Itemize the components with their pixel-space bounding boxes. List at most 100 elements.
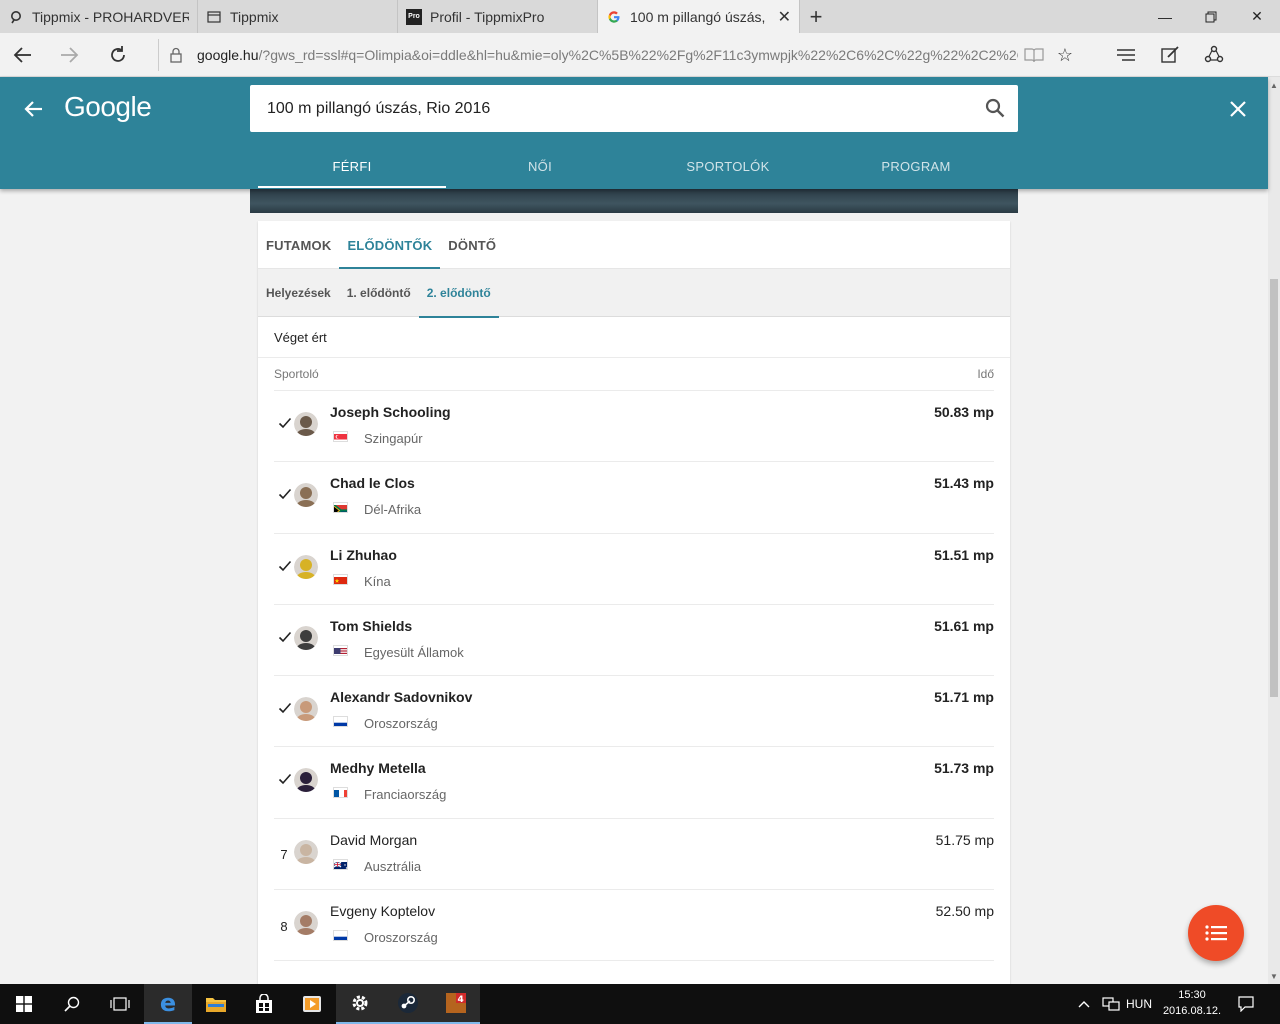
- media-player-icon[interactable]: [288, 984, 336, 1024]
- close-tab-icon[interactable]: ✕: [778, 7, 791, 27]
- category-tabs: FÉRFI NŐI SPORTOLÓK PROGRAM: [258, 143, 1010, 189]
- vertical-scrollbar[interactable]: ▲ ▼: [1268, 77, 1280, 984]
- task-view-icon[interactable]: [96, 984, 144, 1024]
- new-tab-button[interactable]: +: [800, 0, 832, 33]
- minimize-icon[interactable]: —: [1142, 0, 1188, 33]
- back-icon[interactable]: [6, 39, 38, 71]
- tab-title: 100 m pillangó úszás, R: [630, 8, 770, 25]
- network-icon[interactable]: [1102, 984, 1120, 1024]
- hub-icon[interactable]: [1110, 39, 1142, 71]
- search-input[interactable]: [267, 99, 967, 118]
- back-arrow-icon[interactable]: [20, 95, 48, 123]
- forward-icon[interactable]: [54, 39, 86, 71]
- show-hidden-icons-icon[interactable]: [1078, 984, 1094, 1024]
- close-window-icon[interactable]: ✕: [1234, 0, 1280, 33]
- athlete-avatar: [294, 768, 318, 793]
- language-indicator[interactable]: HUN: [1126, 984, 1152, 1024]
- tab-program[interactable]: PROGRAM: [822, 143, 1010, 189]
- athlete-name[interactable]: Li Zhuhao: [330, 547, 397, 563]
- athlete-avatar: [294, 412, 318, 436]
- result-row[interactable]: Joseph Schooling Szingapúr 50.83 mp: [274, 391, 994, 463]
- tab-elodontok[interactable]: ELŐDÖNTŐK: [339, 221, 441, 269]
- qualified-check-icon: [278, 559, 292, 573]
- athlete-name[interactable]: David Morgan: [330, 832, 417, 848]
- search-box[interactable]: [250, 85, 1018, 132]
- scroll-down-icon[interactable]: ▼: [1268, 970, 1280, 982]
- restore-icon[interactable]: [1188, 0, 1234, 33]
- tab-title: Tippmix: [230, 8, 279, 25]
- athlete-country: Oroszország: [364, 716, 438, 732]
- result-row[interactable]: Medhy Metella Franciaország 51.73 mp: [274, 747, 994, 819]
- list-menu-button[interactable]: [1188, 905, 1244, 961]
- notification-center-icon[interactable]: [1238, 984, 1256, 1024]
- athlete-avatar: [294, 483, 318, 508]
- tab-ferfi[interactable]: FÉRFI: [258, 143, 446, 189]
- search-icon[interactable]: [984, 97, 1006, 119]
- hero-image-strip: [250, 189, 1018, 213]
- steam-icon[interactable]: [384, 984, 432, 1024]
- web-note-icon[interactable]: [1154, 39, 1186, 71]
- browser-tab-1[interactable]: Tippmix - PROHARDVER! H: [0, 0, 198, 33]
- rank-number: 8: [280, 918, 288, 934]
- athlete-name[interactable]: Evgeny Koptelov: [330, 903, 435, 919]
- result-row[interactable]: Tom Shields Egyesült Államok 51.61 mp: [274, 605, 994, 677]
- google-header: Google FÉRFI NŐI SPORTOLÓK PROGRAM: [0, 77, 1268, 189]
- url-field[interactable]: google.hu/?gws_rd=ssl#q=Olimpia&oi=ddle&…: [158, 39, 1018, 71]
- start-windows-icon[interactable]: [0, 984, 48, 1024]
- search-icon[interactable]: [48, 984, 96, 1024]
- results-list: Joseph Schooling Szingapúr 50.83 mp Chad le…: [258, 391, 1010, 962]
- system-clock[interactable]: 15:30 2016.08.12.: [1160, 987, 1224, 1019]
- scroll-up-icon[interactable]: ▲: [1268, 79, 1280, 91]
- browser-tab-2[interactable]: Tippmix: [198, 0, 398, 33]
- result-row[interactable]: Alexandr Sadovnikov Oroszország 51.71 mp: [274, 676, 994, 748]
- tab-donto[interactable]: DÖNTŐ: [440, 221, 504, 269]
- result-row[interactable]: 8 Evgeny Koptelov Oroszország 52.50 mp: [274, 890, 994, 962]
- tab-futamok[interactable]: FUTAMOK: [258, 221, 339, 269]
- result-row[interactable]: Li Zhuhao Kína 51.51 mp: [274, 534, 994, 605]
- edge-browser-icon[interactable]: e: [144, 984, 192, 1024]
- page-favicon-icon: [206, 9, 222, 25]
- athlete-name[interactable]: Medhy Metella: [330, 760, 426, 776]
- qualified-check-icon: [278, 487, 292, 501]
- athlete-avatar: [294, 554, 318, 579]
- url-path: /?gws_rd=ssl#q=Olimpia&oi=ddle&hl=hu&mie…: [258, 47, 1018, 63]
- result-row[interactable]: Chad le Clos Dél-Afrika 51.43 mp: [274, 462, 994, 534]
- share-icon[interactable]: [1198, 39, 1230, 71]
- browser-tab-4-active[interactable]: 100 m pillangó úszás, R ✕: [598, 0, 800, 33]
- tab-elodonto-2[interactable]: 2. elődöntő: [418, 269, 499, 318]
- store-icon[interactable]: [240, 984, 288, 1024]
- athlete-time: 51.51 mp: [934, 546, 994, 563]
- athlete-name[interactable]: Joseph Schooling: [330, 404, 451, 420]
- athlete-name[interactable]: Alexandr Sadovnikov: [330, 689, 472, 705]
- file-explorer-icon[interactable]: [192, 984, 240, 1024]
- athlete-avatar: [294, 697, 318, 722]
- google-logo[interactable]: Google: [64, 91, 152, 123]
- australia-flag-icon: [333, 858, 348, 870]
- table-header: Sportoló Idő: [274, 358, 994, 391]
- scrollbar-thumb[interactable]: [1270, 279, 1278, 697]
- qualified-check-icon: [278, 701, 292, 715]
- tab-sportolok[interactable]: SPORTOLÓK: [634, 143, 822, 189]
- tab-noi[interactable]: NŐI: [446, 143, 634, 189]
- tab-helyezesek[interactable]: Helyezések: [258, 269, 339, 317]
- refresh-icon[interactable]: [102, 39, 134, 71]
- athlete-time: 51.75 mp: [935, 831, 994, 848]
- russia-flag-icon: [333, 930, 348, 942]
- athlete-country: Kína: [364, 573, 391, 589]
- athlete-name[interactable]: Tom Shields: [330, 618, 412, 634]
- result-row[interactable]: 7 David Morgan Ausztrália 51.75 mp: [274, 819, 994, 891]
- athlete-time: 51.43 mp: [934, 475, 994, 492]
- game-app-icon[interactable]: 4: [432, 984, 480, 1024]
- favorite-star-icon[interactable]: ☆: [1049, 39, 1081, 71]
- qualified-check-icon: [278, 416, 292, 430]
- france-flag-icon: [333, 787, 348, 799]
- heat-tabs: Helyezések 1. elődöntő 2. elődöntő: [258, 269, 1010, 318]
- list-icon: [1205, 925, 1227, 941]
- close-icon[interactable]: [1224, 95, 1252, 123]
- settings-gear-icon[interactable]: [336, 984, 384, 1024]
- browser-tab-3[interactable]: Pro Profil - TippmixPro: [398, 0, 598, 33]
- reading-view-icon[interactable]: [1018, 39, 1050, 71]
- athlete-time: 51.73 mp: [934, 760, 994, 777]
- athlete-name[interactable]: Chad le Clos: [330, 475, 415, 491]
- tab-elodonto-1[interactable]: 1. elődöntő: [339, 269, 419, 317]
